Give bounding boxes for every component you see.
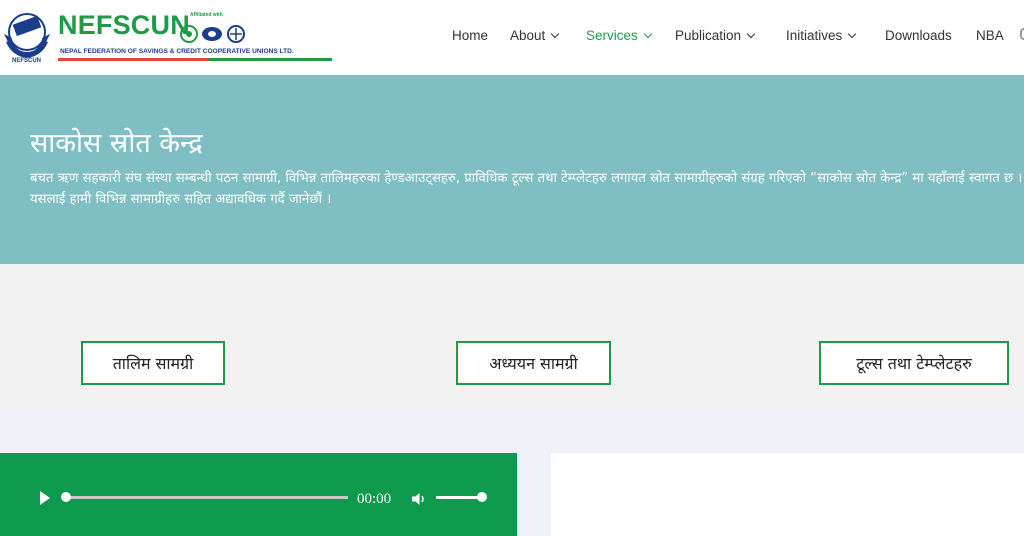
nav-downloads[interactable]: Downloads — [885, 28, 952, 43]
chevron-down-icon — [746, 29, 756, 39]
nav-about-label: About — [510, 28, 546, 43]
content-card — [551, 453, 1024, 536]
site-header: NEFSCUN NEFSCUN NEPAL FEDERATION OF SAVI… — [0, 0, 1024, 75]
nav-initiatives-label: Initiatives — [786, 28, 843, 43]
training-materials-button[interactable]: तालिम सामग्री — [81, 341, 225, 385]
nav-home-label: Home — [452, 28, 489, 43]
volume-handle[interactable] — [477, 492, 487, 502]
chevron-down-icon — [551, 29, 560, 39]
audio-progress-handle[interactable] — [61, 492, 71, 502]
nav-services[interactable]: Services — [586, 28, 653, 43]
emblem-caption: NEFSCUN — [12, 58, 42, 64]
hero-section: साकोस स्रोत केन्द्र बचत ऋण सहकारी संघ सं… — [0, 75, 1024, 264]
logo-full-name: NEPAL FEDERATION OF SAVINGS & CREDIT COO… — [60, 48, 294, 55]
nav-services-label: Services — [586, 28, 638, 43]
nav-initiatives[interactable]: Initiatives — [786, 28, 857, 43]
chevron-down-icon — [643, 29, 653, 39]
chevron-down-icon — [848, 29, 857, 39]
nav-about[interactable]: About — [510, 28, 560, 43]
study-materials-label: अध्ययन सामग्री — [489, 354, 578, 373]
affiliated-label: Affiliated with — [190, 12, 223, 18]
category-section: तालिम सामग्री अध्ययन सामग्री टूल्स तथा ट… — [0, 264, 1024, 410]
tools-templates-button[interactable]: टूल्स तथा टेम्प्लेटहरु — [819, 341, 1009, 385]
affiliate-badges-icon — [180, 25, 245, 43]
affiliation-logos: Affiliated with — [178, 12, 250, 48]
training-materials-label: तालिम सामग्री — [112, 354, 194, 373]
page-title: साकोस स्रोत केन्द्र — [30, 128, 203, 159]
logo-underline — [58, 58, 332, 61]
nav-downloads-label: Downloads — [885, 28, 952, 43]
nav-publication[interactable]: Publication — [675, 28, 756, 43]
nav-home[interactable]: Home — [452, 28, 488, 43]
audio-progress-bar[interactable] — [66, 496, 348, 499]
nav-nba-label: NBA — [976, 28, 1004, 43]
volume-slider[interactable] — [436, 496, 482, 499]
hero-description: बचत ऋण सहकारी संघ संस्था सम्बन्धी पठन सा… — [30, 171, 1023, 207]
audio-time: 00:00 — [357, 491, 392, 507]
volume-icon[interactable] — [411, 491, 427, 507]
site-logo[interactable]: NEFSCUN NEFSCUN NEPAL FEDERATION OF SAVI… — [0, 8, 340, 68]
nav-publication-label: Publication — [675, 28, 742, 43]
search-icon[interactable] — [1020, 28, 1024, 40]
audio-player — [0, 453, 517, 536]
study-materials-button[interactable]: अध्ययन सामग्री — [456, 341, 611, 385]
tools-templates-label: टूल्स तथा टेम्प्लेटहरु — [856, 354, 972, 373]
play-icon[interactable] — [40, 491, 50, 505]
logo-name: NEFSCUN — [58, 10, 190, 40]
nav-nba[interactable]: NBA — [976, 28, 1004, 43]
